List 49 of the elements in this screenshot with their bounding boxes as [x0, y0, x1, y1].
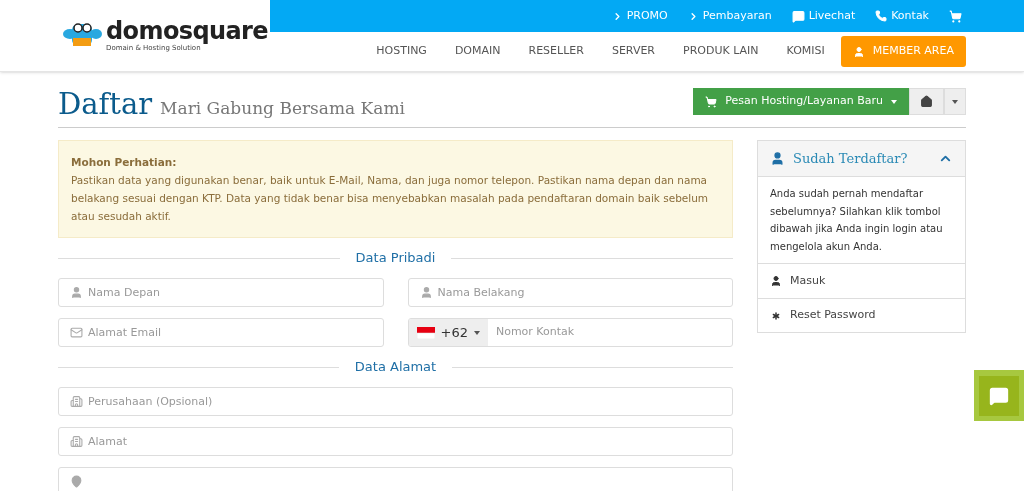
- home-icon: [920, 95, 933, 108]
- caret-icon: [473, 330, 480, 335]
- phone-icon: [875, 10, 888, 22]
- input-field[interactable]: Alamat: [58, 427, 733, 456]
- caret-icon: [952, 99, 958, 104]
- nav-link[interactable]: SERVER: [611, 43, 655, 60]
- pin-icon: [70, 475, 83, 488]
- logo-wordmark: domosquare: [106, 19, 269, 43]
- panel-header[interactable]: Sudah Terdaftar?: [758, 141, 965, 177]
- panel-text: Anda sudah pernah mendaftar sebelumnya? Silahkan klik tombol dibawah jika Anda ingin login atau mengelola akun Anda.: [758, 177, 965, 264]
- nav-link[interactable]: KOMISI: [786, 43, 825, 60]
- chat-widget-button[interactable]: [974, 370, 1024, 421]
- panel-link[interactable]: Reset Password: [758, 298, 965, 332]
- email-icon: [70, 326, 83, 339]
- notice-title: Mohon Perhatian:: [71, 155, 178, 170]
- input-field[interactable]: [58, 467, 733, 491]
- panel-title: Sudah Terdaftar?: [793, 149, 908, 168]
- user-icon: [770, 275, 782, 287]
- building-icon: [70, 435, 83, 448]
- section-heading: Data Alamat: [354, 358, 437, 377]
- building-icon: [70, 395, 83, 408]
- chat-icon: [989, 385, 1009, 406]
- input-field[interactable]: Perusahaan (Opsional): [58, 387, 733, 416]
- input-field[interactable]: Nama Belakang: [407, 278, 733, 307]
- country-selector[interactable]: +62: [408, 319, 488, 346]
- section-heading: Data Pribadi: [355, 249, 436, 268]
- nav-link[interactable]: HOSTING: [376, 43, 427, 60]
- nav-link[interactable]: DOMAIN: [454, 43, 501, 60]
- cart-icon[interactable]: [949, 9, 962, 23]
- page-subtitle: Mari Gabung Bersama Kami: [160, 96, 405, 120]
- asterisk-icon: [770, 309, 782, 322]
- cart-icon: [705, 95, 718, 108]
- phone-input[interactable]: Nomor Kontak: [487, 319, 732, 346]
- flag-icon: [416, 326, 435, 339]
- caret-icon: [891, 99, 897, 104]
- chat-icon: [791, 9, 805, 23]
- nav-link[interactable]: PRODUK LAIN: [683, 43, 759, 60]
- user-icon: [852, 45, 865, 58]
- user-icon: [419, 286, 433, 299]
- user-icon: [70, 286, 83, 299]
- panel-link[interactable]: Masuk: [758, 264, 965, 298]
- home-button[interactable]: [909, 88, 944, 115]
- user-icon: [770, 151, 785, 166]
- nav-link[interactable]: RESELLER: [528, 43, 584, 60]
- input-field[interactable]: Nama Depan: [58, 278, 384, 307]
- phone-field[interactable]: +62 Nomor Kontak: [407, 318, 733, 347]
- page-title: Daftar: [58, 89, 153, 119]
- input-field[interactable]: Alamat Email: [58, 318, 384, 347]
- notice-text: Pastikan data yang digunakan benar, baik untuk E-Mail, Nama, dan juga nomor telepon. Pastikan nama depan dan nama belakang sesuai dengan KTP. Data yang tidak benar bisa menyebabkan masalah pada pendaftaran domain baik sebelum atau sesudah aktif.: [71, 173, 710, 224]
